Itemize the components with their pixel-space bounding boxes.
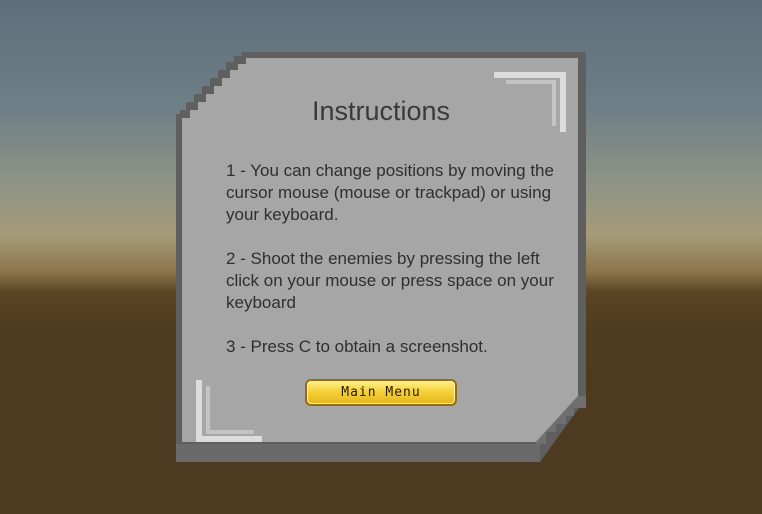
instruction-move: 1 - You can change positions by moving t… — [226, 161, 554, 224]
corner-bottom-left — [196, 380, 202, 442]
instructions-title: Instructions — [311, 96, 451, 126]
corner-top-right — [494, 72, 566, 78]
instruction-screenshot: 3 - Press C to obtain a screenshot. — [226, 337, 488, 356]
instruction-shoot: 2 - Shoot the enemies by pressing the le… — [226, 249, 554, 312]
main-menu-button[interactable]: Main Menu — [305, 379, 457, 406]
panel-bottom-lip — [176, 444, 540, 462]
